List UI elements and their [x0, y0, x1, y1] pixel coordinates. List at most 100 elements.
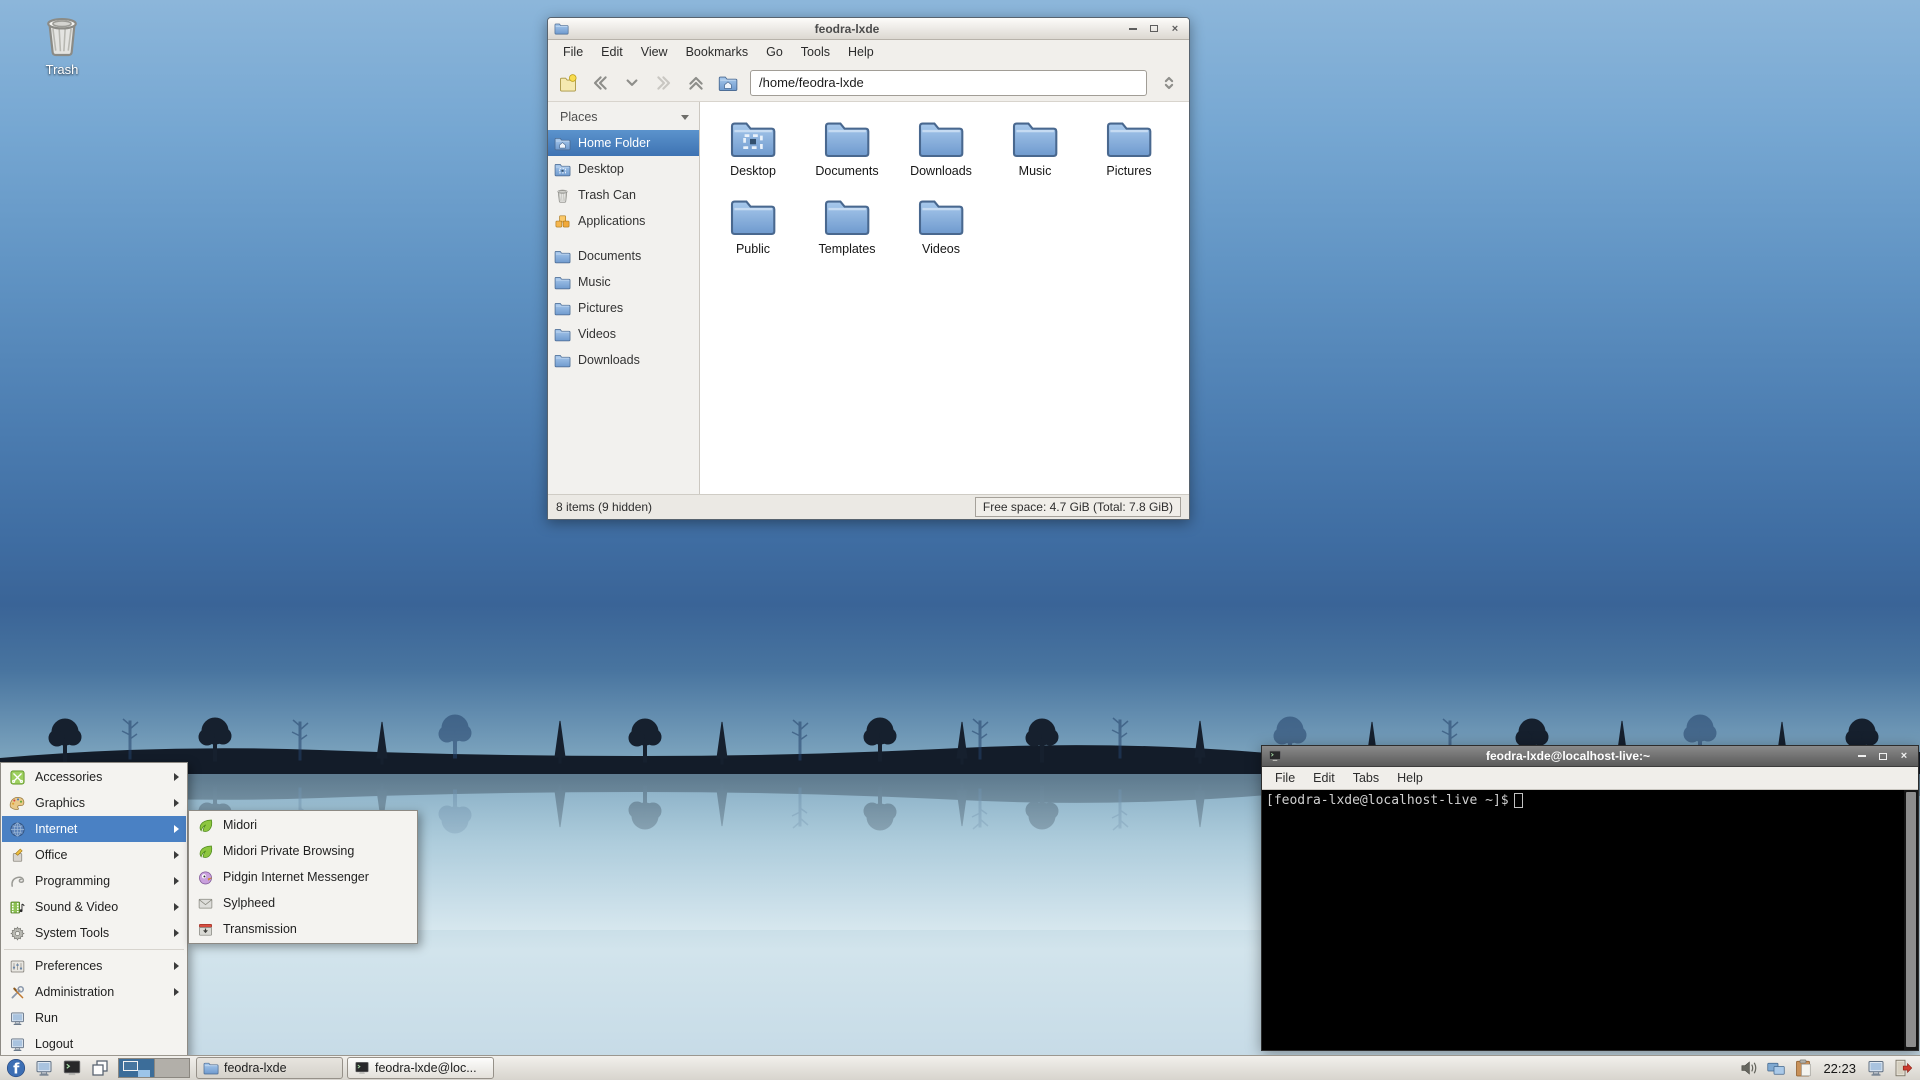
folder-item[interactable]: Pictures — [1082, 114, 1176, 192]
folder-item[interactable]: Downloads — [894, 114, 988, 192]
sidebar-place[interactable]: Documents — [548, 243, 699, 269]
app-menu-item[interactable]: Accessories — [2, 764, 186, 790]
menubar-item[interactable]: View — [632, 42, 677, 62]
sidebar-place[interactable]: Desktop — [548, 156, 699, 182]
scrollbar-thumb[interactable] — [1906, 792, 1916, 1047]
app-menu-item[interactable]: Graphics — [2, 790, 186, 816]
menubar-item[interactable]: Edit — [592, 42, 632, 62]
minimize-button[interactable] — [1854, 749, 1870, 763]
menubar-item[interactable]: Go — [757, 42, 792, 62]
sidebar-place[interactable]: Home Folder — [548, 130, 699, 156]
sidebar-place[interactable]: Downloads — [548, 347, 699, 373]
app-menu-item[interactable]: Internet — [2, 816, 186, 842]
pane-toggle-icon[interactable] — [1159, 73, 1179, 93]
new-tab-icon[interactable] — [558, 73, 578, 93]
forward-icon[interactable] — [654, 73, 674, 93]
logout-icon[interactable] — [1893, 1058, 1913, 1078]
folder-item[interactable]: Music — [988, 114, 1082, 192]
app-menu-item[interactable]: Sound & Video — [2, 894, 186, 920]
submenu-item[interactable]: Midori — [190, 812, 416, 838]
terminal-body[interactable]: [feodra-lxde@localhost-live ~]$ — [1262, 790, 1918, 1050]
fm-window-title: feodra-lxde — [814, 21, 880, 36]
pager-desktop-1[interactable] — [119, 1059, 154, 1077]
maximize-button[interactable] — [1875, 749, 1891, 763]
app-menu-item[interactable]: Run — [2, 1005, 186, 1031]
app-menu-item[interactable]: Preferences — [2, 953, 186, 979]
menubar-item[interactable]: Edit — [1304, 769, 1344, 787]
folder-item[interactable]: Documents — [800, 114, 894, 192]
menubar-item[interactable]: Bookmarks — [677, 42, 758, 62]
app-menu-item[interactable]: Office — [2, 842, 186, 868]
places-collapse-icon[interactable] — [681, 114, 689, 120]
menubar-item[interactable]: Tabs — [1344, 769, 1388, 787]
submenu-item[interactable]: Transmission — [190, 916, 416, 942]
separator — [4, 949, 184, 950]
menubar-item[interactable]: Help — [839, 42, 883, 62]
programming-icon — [9, 873, 26, 890]
submenu-item[interactable]: Midori Private Browsing — [190, 838, 416, 864]
sidebar-place[interactable]: Music — [548, 269, 699, 295]
fm-menubar: File Edit View Bookmarks Go Tools Help — [548, 40, 1189, 64]
menubar-item[interactable]: File — [554, 42, 592, 62]
clipboard-icon[interactable] — [1793, 1058, 1813, 1078]
terminal-window-title: feodra-lxde@localhost-live:~ — [1485, 749, 1651, 763]
file-manager-launcher[interactable] — [31, 1057, 56, 1079]
terminal-titlebar[interactable]: feodra-lxde@localhost-live:~ × — [1262, 746, 1918, 767]
submenu-arrow-icon — [174, 851, 179, 859]
folder-item[interactable]: Templates — [800, 192, 894, 270]
terminal-launcher[interactable] — [59, 1057, 84, 1079]
folder-icon — [554, 248, 571, 265]
submenu-arrow-icon — [174, 773, 179, 781]
sidebar-place[interactable]: Pictures — [548, 295, 699, 321]
desktop-pager[interactable] — [118, 1058, 190, 1078]
app-menu-item[interactable]: System Tools — [2, 920, 186, 946]
fm-titlebar[interactable]: feodra-lxde × — [548, 18, 1189, 40]
terminal-scrollbar[interactable] — [1904, 790, 1918, 1050]
home-icon[interactable] — [718, 73, 738, 93]
folder-icon — [1105, 114, 1153, 162]
back-icon[interactable] — [590, 73, 610, 93]
transmission-icon — [197, 921, 214, 938]
pager-desktop-2[interactable] — [153, 1059, 189, 1077]
terminal-menubar: File Edit Tabs Help — [1262, 767, 1918, 790]
clock[interactable]: 22:23 — [1820, 1061, 1859, 1076]
trash-icon — [37, 10, 87, 60]
start-menu-button[interactable] — [3, 1057, 28, 1079]
leaf-icon — [197, 843, 214, 860]
folder-item[interactable]: Desktop — [706, 114, 800, 192]
up-icon[interactable] — [686, 73, 706, 93]
sidebar-place[interactable]: Videos — [548, 321, 699, 347]
terminal-icon — [1268, 749, 1282, 763]
folder-icon — [1011, 114, 1059, 162]
sidebar-place[interactable]: Applications — [548, 208, 699, 234]
volume-icon[interactable] — [1739, 1058, 1759, 1078]
minimize-button[interactable] — [1125, 22, 1141, 36]
desktop-trash-icon[interactable]: Trash — [22, 10, 102, 77]
run-icon — [9, 1010, 26, 1027]
computer-icon — [34, 1058, 54, 1078]
path-input[interactable] — [750, 69, 1147, 96]
folder-item[interactable]: Videos — [894, 192, 988, 270]
folder-icon — [554, 352, 571, 369]
menubar-item[interactable]: File — [1266, 769, 1304, 787]
menubar-item[interactable]: Tools — [792, 42, 839, 62]
app-menu-item[interactable]: Programming — [2, 868, 186, 894]
submenu-arrow-icon — [174, 988, 179, 996]
sidebar-place[interactable]: Trash Can — [548, 182, 699, 208]
folder-item[interactable]: Public — [706, 192, 800, 270]
submenu-item[interactable]: Pidgin Internet Messenger — [190, 864, 416, 890]
close-button[interactable]: × — [1896, 749, 1912, 763]
taskbar-task-button[interactable]: feodra-lxde@loc... — [347, 1057, 494, 1079]
display-icon[interactable] — [1866, 1058, 1886, 1078]
menubar-item[interactable]: Help — [1388, 769, 1432, 787]
app-menu-item[interactable]: Logout — [2, 1031, 186, 1057]
iconify-all-button[interactable] — [87, 1057, 112, 1079]
maximize-button[interactable] — [1146, 22, 1162, 36]
history-chevron-down-icon[interactable] — [622, 73, 642, 93]
taskbar-task-button[interactable]: feodra-lxde — [196, 1057, 343, 1079]
network-icon[interactable] — [1766, 1058, 1786, 1078]
submenu-item[interactable]: Sylpheed — [190, 890, 416, 916]
app-menu-item[interactable]: Administration — [2, 979, 186, 1005]
submenu-arrow-icon — [174, 962, 179, 970]
close-button[interactable]: × — [1167, 22, 1183, 36]
